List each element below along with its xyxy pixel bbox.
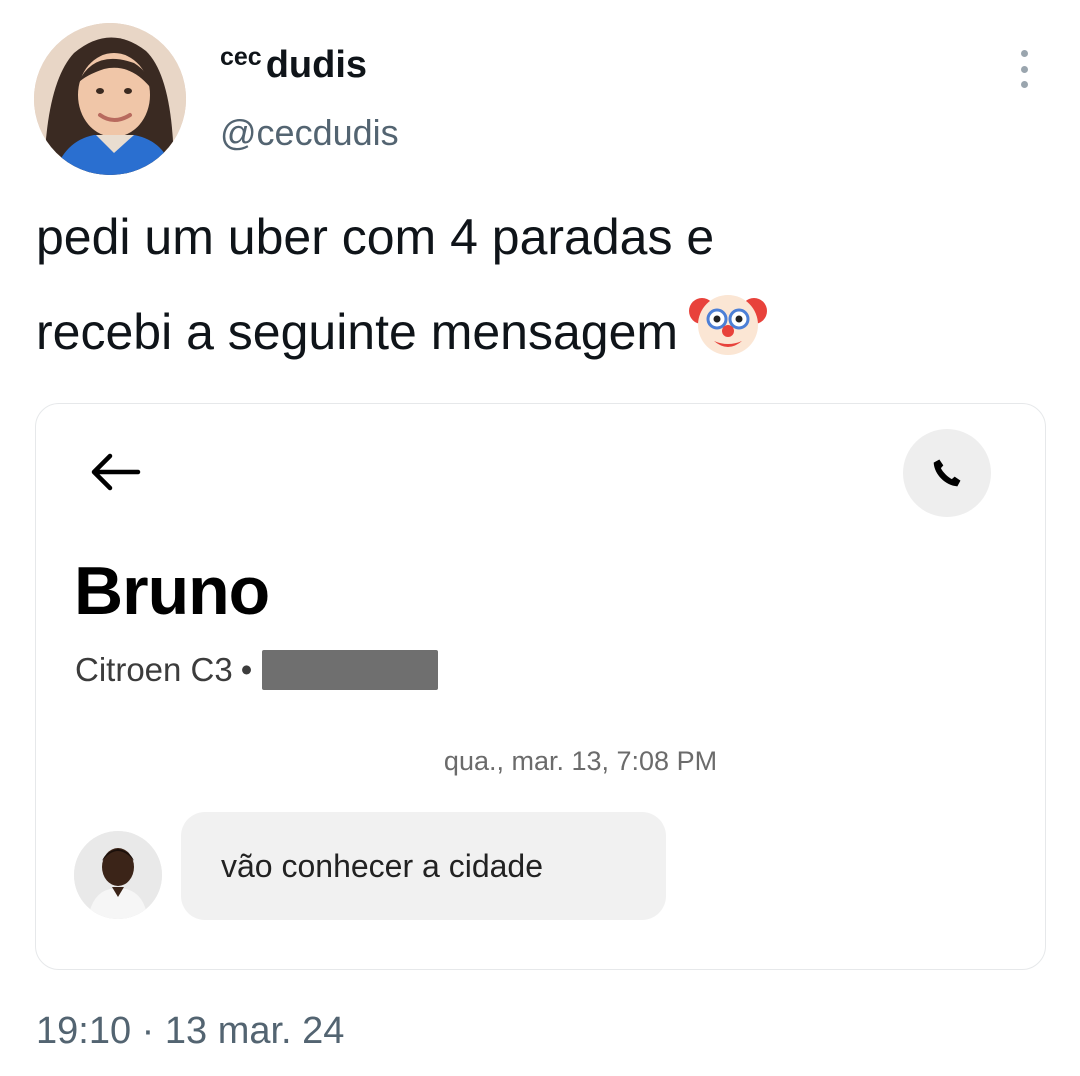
tweet-time: 19:10	[36, 1010, 132, 1052]
tweet-text: pedi um uber com 4 paradas e recebi a se…	[36, 193, 1026, 376]
more-dot-icon	[1020, 81, 1028, 88]
author-avatar[interactable]	[34, 23, 186, 175]
tweet-date: 13 mar. 24	[164, 1010, 345, 1052]
tweet-media-card[interactable]: Bruno Citroen C3 • qua., mar. 13, 7:08 P…	[35, 403, 1046, 970]
chat-timestamp: qua., mar. 13, 7:08 PM	[443, 746, 718, 776]
more-dot-icon	[1020, 65, 1028, 73]
call-button[interactable]	[903, 429, 991, 517]
more-options-button[interactable]	[1006, 46, 1042, 92]
author-name-prefix: cec	[220, 43, 262, 71]
more-dot-icon	[1020, 50, 1028, 57]
phone-icon	[933, 459, 961, 487]
clown-face-icon	[689, 295, 768, 355]
chat-message-text: vão conhecer a cidade	[221, 847, 543, 884]
back-arrow-icon[interactable]	[88, 450, 142, 494]
vehicle-info: Citroen C3 •	[75, 650, 439, 690]
chat-message-bubble: vão conhecer a cidade	[181, 812, 666, 920]
vehicle-model: Citroen C3	[75, 651, 233, 688]
author-display-name[interactable]: cec dudis	[220, 43, 368, 87]
tweet-text-line: recebi a seguinte mensagem	[36, 281, 1026, 376]
vehicle-separator: •	[240, 651, 253, 688]
tweet-text-line-content: recebi a seguinte mensagem	[36, 304, 679, 360]
license-plate-redacted	[262, 650, 439, 690]
tweet-text-line: pedi um uber com 4 paradas e	[36, 209, 715, 265]
timestamp-separator: ·	[141, 1010, 155, 1052]
driver-avatar	[74, 831, 162, 919]
tweet-timestamp[interactable]: 19:10 · 13 mar. 24	[36, 1010, 344, 1053]
author-name: dudis	[265, 44, 368, 86]
author-handle[interactable]: @cecdudis	[220, 112, 399, 154]
driver-name: Bruno	[74, 553, 270, 629]
